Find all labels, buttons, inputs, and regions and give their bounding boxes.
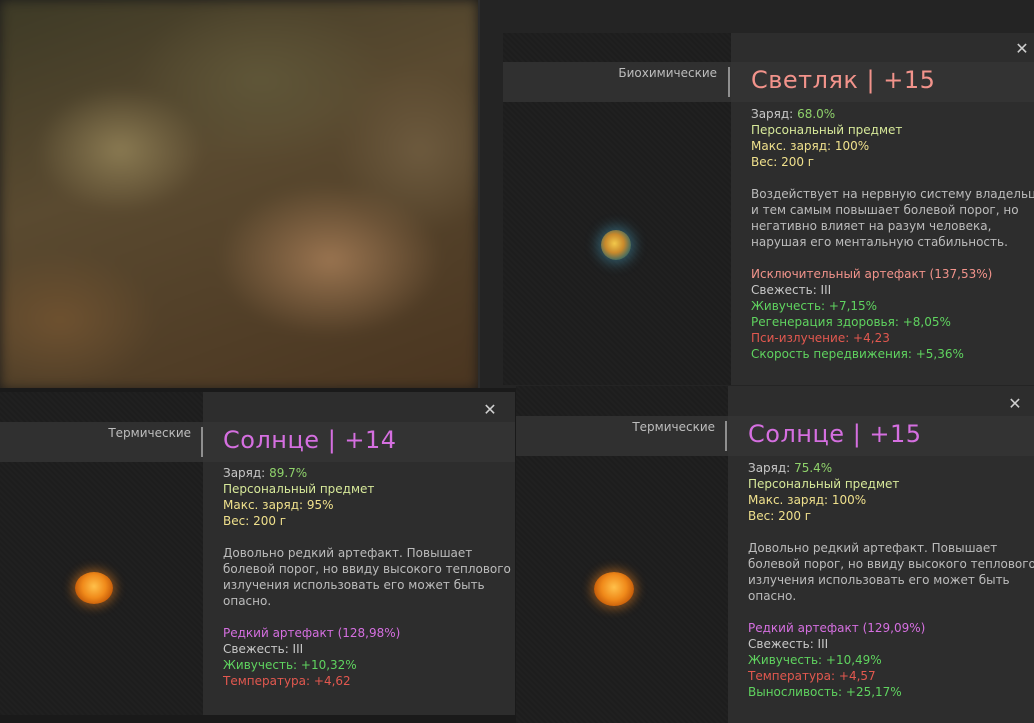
close-icon[interactable]: ✕	[1007, 396, 1023, 412]
game-background	[0, 0, 478, 390]
weight: Вес: 200 г	[223, 514, 287, 528]
charge-row: Заряд: 75.4%	[748, 460, 1034, 476]
max-charge: Макс. заряд: 100%	[748, 493, 867, 507]
personal-item: Персональный предмет	[748, 477, 900, 491]
category-label: Термические	[632, 420, 715, 434]
stat-line: Живучесть: +10,49%	[748, 653, 882, 667]
stat-line: Регенерация здоровья: +8,05%	[751, 315, 951, 329]
freshness: Свежесть: III	[223, 642, 304, 656]
description-line: Довольно редкий артефакт. Повышает	[223, 546, 473, 560]
description-line: болевой порог, но ввиду высокого теплово…	[223, 562, 511, 576]
charge-row: Заряд: 89.7%	[223, 465, 511, 481]
charge-value: 68.0%	[797, 107, 836, 121]
charge-label: Заряд:	[751, 107, 794, 121]
close-icon[interactable]: ✕	[482, 402, 498, 418]
category-label: Биохимические	[618, 66, 717, 80]
stat-line: Скорость передвижения: +5,36%	[751, 347, 964, 361]
artifact-solntse-image	[75, 572, 113, 604]
category-divider	[728, 67, 730, 97]
stat-line: Температура: +4,62	[223, 674, 351, 688]
description-line: и тем самым повышает болевой порог, но	[751, 203, 1019, 217]
item-panel-solntse-15: Термические ✕ Солнце | +15 Заряд: 75.4% …	[516, 386, 1034, 723]
description-line: нарушая его ментальную стабильность.	[751, 235, 1008, 249]
description-line: излучения использовать его может быть	[748, 573, 1010, 587]
description-line: Воздействует на нервную систему владельц…	[751, 187, 1034, 201]
item-info: Заряд: 75.4% Персональный предмет Макс. …	[748, 460, 1034, 700]
stat-line: Температура: +4,57	[748, 669, 876, 683]
artifact-solntse-image	[594, 572, 634, 606]
stat-line: Пси-излучение: +4,23	[751, 331, 890, 345]
stat-line: Живучесть: +10,32%	[223, 658, 357, 672]
description-line: Довольно редкий артефакт. Повышает	[748, 541, 998, 555]
stat-line: Выносливость: +25,17%	[748, 685, 902, 699]
personal-item: Персональный предмет	[751, 123, 903, 137]
rarity: Редкий артефакт (128,98%)	[223, 626, 401, 640]
charge-label: Заряд:	[748, 461, 791, 475]
weight: Вес: 200 г	[748, 509, 812, 523]
freshness: Свежесть: III	[748, 637, 829, 651]
category-divider	[725, 421, 727, 451]
max-charge: Макс. заряд: 100%	[751, 139, 870, 153]
charge-row: Заряд: 68.0%	[751, 106, 1034, 122]
item-card-solntse-14: ✕ Солнце | +14 Заряд: 89.7% Персональный…	[203, 392, 515, 715]
personal-item: Персональный предмет	[223, 482, 375, 496]
description-line: опасно.	[223, 594, 272, 608]
item-panel-solntse-14: Термические ✕ Солнце | +14 Заряд: 89.7% …	[0, 392, 515, 715]
description-line: болевой порог, но ввиду высокого теплово…	[748, 557, 1034, 571]
charge-value: 75.4%	[794, 461, 833, 475]
category-label: Термические	[108, 426, 191, 440]
artifact-svetlyak-image	[601, 230, 631, 260]
rarity: Редкий артефакт (129,09%)	[748, 621, 926, 635]
rarity: Исключительный артефакт (137,53%)	[751, 267, 993, 281]
item-panel-svetlyak: Биохимические ✕ Светляк | +15 Заряд: 68.…	[503, 33, 1034, 385]
item-card-solntse-15: ✕ Солнце | +15 Заряд: 75.4% Персональный…	[728, 386, 1034, 723]
item-title: Солнце | +15	[748, 420, 922, 448]
item-info: Заряд: 89.7% Персональный предмет Макс. …	[223, 465, 511, 689]
freshness: Свежесть: III	[751, 283, 832, 297]
item-info: Заряд: 68.0% Персональный предмет Макс. …	[751, 106, 1034, 362]
description-line: негативно влияет на разум человека,	[751, 219, 992, 233]
close-icon[interactable]: ✕	[1014, 41, 1030, 57]
description-line: опасно.	[748, 589, 797, 603]
charge-value: 89.7%	[269, 466, 308, 480]
max-charge: Макс. заряд: 95%	[223, 498, 334, 512]
item-title: Солнце | +14	[223, 426, 397, 454]
charge-label: Заряд:	[223, 466, 266, 480]
item-title: Светляк | +15	[751, 66, 936, 94]
item-card-svetlyak: ✕ Светляк | +15 Заряд: 68.0% Персональны…	[731, 33, 1034, 385]
weight: Вес: 200 г	[751, 155, 815, 169]
stat-line: Живучесть: +7,15%	[751, 299, 878, 313]
description-line: излучения использовать его может быть	[223, 578, 485, 592]
